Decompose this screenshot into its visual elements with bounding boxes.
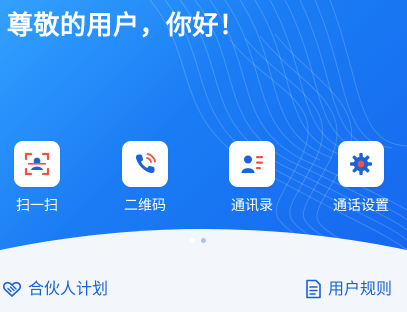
qr-code-button[interactable]: 二维码 <box>105 141 185 221</box>
document-icon <box>306 279 321 299</box>
partner-plan-label: 合伙人计划 <box>28 279 109 298</box>
contacts-label: 通讯录 <box>231 198 273 214</box>
contacts-tile[interactable] <box>229 141 275 187</box>
pager-dot[interactable] <box>201 238 206 243</box>
call-settings-label: 通话设置 <box>333 198 389 214</box>
qr-code-label: 二维码 <box>124 198 166 214</box>
user-rules-label: 用户规则 <box>328 279 393 298</box>
scan-icon <box>24 152 50 176</box>
call-settings-button[interactable]: 通话设置 <box>321 141 401 221</box>
call-settings-tile[interactable] <box>338 141 384 187</box>
pager-dot-active[interactable] <box>190 238 195 243</box>
scan-label: 扫一扫 <box>16 198 58 214</box>
quick-actions: 扫一扫 二维码 通讯录 通话设置 <box>0 141 407 221</box>
contacts-icon <box>241 155 263 173</box>
greeting-title: 尊敬的用户，你好！ <box>7 11 246 41</box>
handshake-icon <box>2 281 22 297</box>
scan-tile[interactable] <box>14 141 60 187</box>
contacts-button[interactable]: 通讯录 <box>212 141 292 221</box>
user-rules-link[interactable]: 用户规则 <box>304 279 392 299</box>
partner-plan-link[interactable]: 合伙人计划 <box>2 279 108 299</box>
hero-banner: 尊敬的用户，你好！ 扫一扫 二维码 通讯录 通话设置 <box>0 0 407 252</box>
phone-icon <box>135 153 156 174</box>
qr-code-tile[interactable] <box>122 141 168 187</box>
scan-button[interactable]: 扫一扫 <box>0 141 77 221</box>
footer-links: 合伙人计划 用户规则 <box>0 262 407 312</box>
carousel-indicator <box>190 238 210 244</box>
gear-icon <box>350 153 372 175</box>
